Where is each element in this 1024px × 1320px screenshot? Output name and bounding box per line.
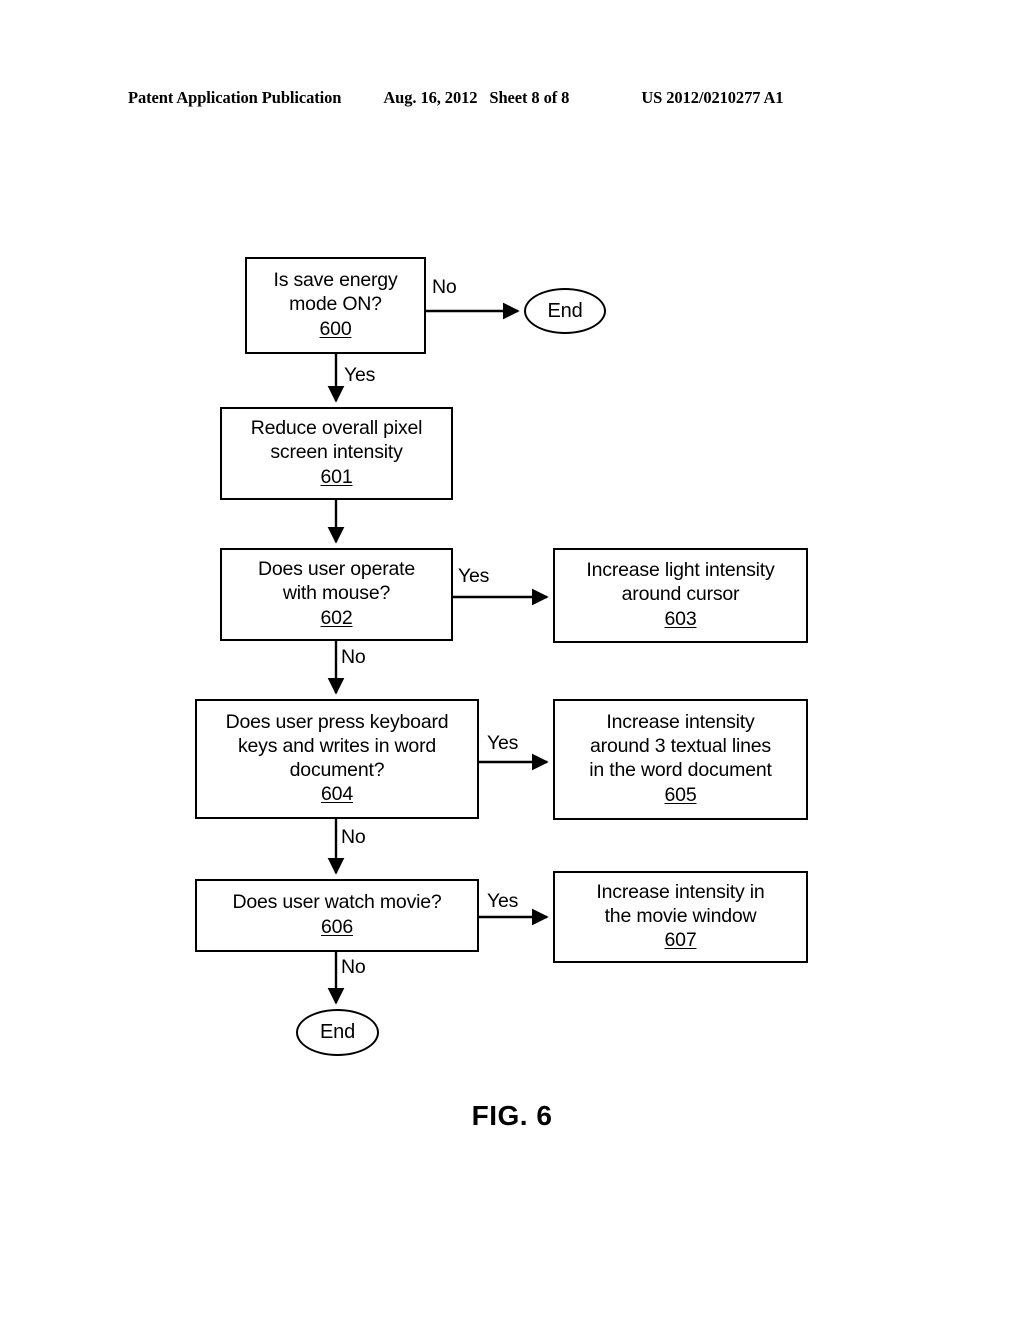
node-604-reference: 604 bbox=[321, 783, 353, 806]
node-606-reference: 606 bbox=[321, 916, 353, 938]
edge-label-606-yes: Yes bbox=[487, 890, 519, 912]
node-600-line-1: Is save energy bbox=[273, 269, 398, 292]
node-600-reference: 600 bbox=[319, 317, 352, 340]
node-601-reference: 601 bbox=[320, 465, 353, 488]
node-606-line-1: Does user watch movie? bbox=[232, 891, 442, 914]
node-600-line-2: mode ON? bbox=[289, 293, 382, 315]
node-607-reference: 607 bbox=[664, 929, 697, 952]
flowchart-node-601[interactable]: Reduce overall pixel screen intensity 60… bbox=[220, 407, 453, 500]
node-604-line-2: keys and writes in word bbox=[237, 734, 437, 757]
flowchart-node-605[interactable]: Increase intensity around 3 textual line… bbox=[553, 699, 808, 820]
edge-label-602-yes: Yes bbox=[458, 565, 490, 587]
node-603-reference: 603 bbox=[664, 607, 697, 630]
flowchart-node-606[interactable]: Does user watch movie? 606 bbox=[195, 879, 479, 952]
node-601-line-1: Reduce overall pixel bbox=[250, 417, 423, 440]
node-605-line-3: in the word document bbox=[589, 759, 772, 781]
node-604-line-3: document? bbox=[289, 758, 385, 781]
node-607-line-1: Increase intensity in bbox=[596, 880, 765, 903]
flowchart-node-604[interactable]: Does user press keyboard keys and writes… bbox=[195, 699, 479, 819]
edge-label-606-no: No bbox=[341, 956, 366, 978]
node-607-line-2: the movie window bbox=[604, 904, 757, 927]
flowchart-node-602[interactable]: Does user operate with mouse? 602 bbox=[220, 548, 453, 641]
edge-label-600-yes: Yes bbox=[344, 364, 376, 386]
node-603-line-1: Increase light intensity bbox=[586, 559, 775, 582]
node-605-reference: 605 bbox=[664, 783, 697, 806]
node-603-line-2: around cursor bbox=[621, 583, 740, 605]
edge-label-602-no: No bbox=[341, 646, 366, 668]
flowchart-node-600[interactable]: Is save energy mode ON? 600 bbox=[245, 257, 426, 354]
node-602-line-2: with mouse? bbox=[282, 582, 391, 604]
node-604-line-1: Does user press keyboard bbox=[225, 710, 449, 733]
node-602-line-1: Does user operate bbox=[257, 558, 416, 581]
node-605-line-1: Increase intensity bbox=[606, 711, 755, 734]
flowchart-node-603[interactable]: Increase light intensity around cursor 6… bbox=[553, 548, 808, 643]
flowchart-terminal-end-top[interactable]: End bbox=[524, 288, 606, 334]
node-605-line-2: around 3 textual lines bbox=[590, 735, 771, 758]
node-602-reference: 602 bbox=[320, 606, 353, 629]
terminal-end-bottom-label: End bbox=[320, 1021, 355, 1043]
terminal-end-top-label: End bbox=[547, 299, 583, 322]
edge-label-604-no: No bbox=[341, 826, 366, 848]
figure-caption: FIG. 6 bbox=[471, 1100, 553, 1131]
node-601-line-2: screen intensity bbox=[270, 441, 403, 463]
edge-label-600-no: No bbox=[432, 276, 457, 298]
flowchart-terminal-end-bottom[interactable]: End bbox=[296, 1009, 379, 1056]
edge-label-604-yes: Yes bbox=[487, 732, 519, 754]
flowchart-node-607[interactable]: Increase intensity in the movie window 6… bbox=[553, 871, 808, 963]
